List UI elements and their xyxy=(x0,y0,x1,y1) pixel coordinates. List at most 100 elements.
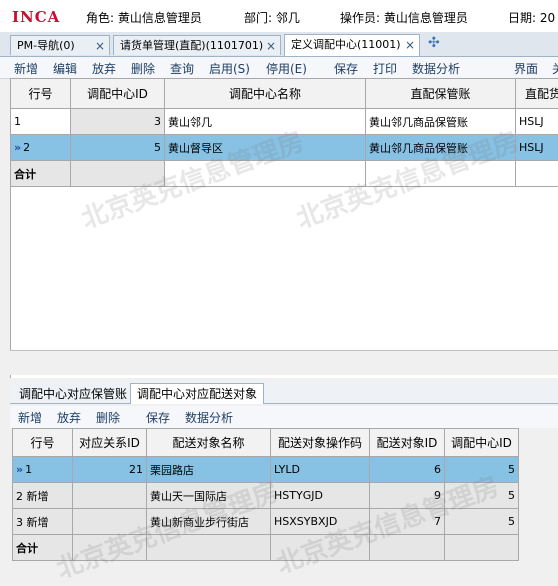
cell-target-name[interactable]: 黄山天一国际店 xyxy=(147,483,271,509)
col-header[interactable]: 调配中心名称 xyxy=(165,79,366,109)
table-total-row: 合计 xyxy=(11,161,558,187)
row-pointer-icon: » xyxy=(14,141,21,154)
row-number: 3 新增 xyxy=(13,509,73,535)
table-row-selected[interactable]: »1 21 栗园路店 LYLD 6 5 xyxy=(13,457,519,483)
tab-label: 定义调配中心(11001) xyxy=(291,38,401,51)
col-header[interactable]: 配送对象名称 xyxy=(147,429,271,457)
tab-label: 请货单管理(直配)(1101701) xyxy=(120,39,263,52)
row-number-cell: »2 xyxy=(11,135,71,161)
table-header-row: 行号 对应关系ID 配送对象名称 配送对象操作码 配送对象ID 调配中心ID xyxy=(13,429,519,457)
add-tab-icon[interactable]: ✣ xyxy=(428,35,440,51)
table-row[interactable]: 3 新增 黄山新商业步行街店 HSXSYBXJD 7 5 xyxy=(13,509,519,535)
inca-logo: INCA xyxy=(12,8,60,26)
close-icon[interactable]: × xyxy=(266,36,276,55)
cell-target-id[interactable]: 7 xyxy=(370,509,445,535)
data-analysis-button[interactable]: 数据分析 xyxy=(412,60,460,77)
total-cell xyxy=(445,535,519,561)
col-header[interactable]: 对应关系ID xyxy=(73,429,147,457)
cell-target-code[interactable]: HSXSYBXJD xyxy=(271,509,370,535)
cell-target-id[interactable]: 6 xyxy=(370,457,445,483)
cell-code[interactable]: HSLJ xyxy=(516,109,558,135)
cell-relation-id[interactable] xyxy=(73,483,147,509)
horizontal-scrollbar[interactable] xyxy=(10,350,558,375)
role-label: 角色: 黄山信息管理员 xyxy=(86,9,202,26)
save-button[interactable]: 保存 xyxy=(334,60,358,77)
col-header[interactable]: 调配中心ID xyxy=(71,79,165,109)
row-number: 1 xyxy=(25,463,32,476)
detail-new-button[interactable]: 新增 xyxy=(18,409,42,426)
table-total-row: 合计 xyxy=(13,535,519,561)
new-button[interactable]: 新增 xyxy=(14,60,38,77)
cell-center-id[interactable]: 3 xyxy=(71,109,165,135)
total-cell xyxy=(73,535,147,561)
disable-button[interactable]: 停用(E) xyxy=(266,60,307,77)
cell-center-id[interactable]: 5 xyxy=(445,483,519,509)
total-cell xyxy=(370,535,445,561)
detail-tabs: 调配中心对应保管账 调配中心对应配送对象 xyxy=(10,382,558,404)
cell-target-name[interactable]: 黄山新商业步行街店 xyxy=(147,509,271,535)
total-cell xyxy=(366,161,516,187)
col-header[interactable]: 直配保管账 xyxy=(366,79,516,109)
tab-label: PM-导航(0) xyxy=(17,39,75,52)
cell-center-id[interactable]: 5 xyxy=(71,135,165,161)
enable-button[interactable]: 启用(S) xyxy=(209,60,250,77)
edit-button[interactable]: 编辑 xyxy=(53,60,77,77)
total-cell xyxy=(147,535,271,561)
table-row[interactable]: 1 3 黄山邻几 黄山邻几商品保管账 HSLJ xyxy=(11,109,558,135)
cell-target-code[interactable]: LYLD xyxy=(271,457,370,483)
table-row[interactable]: 2 新增 黄山天一国际店 HSTYGJD 9 5 xyxy=(13,483,519,509)
cell-center-name[interactable]: 黄山邻几 xyxy=(165,109,366,135)
cell-target-code[interactable]: HSTYGJD xyxy=(271,483,370,509)
total-cell xyxy=(71,161,165,187)
title-bar: INCA 角色: 黄山信息管理员 部门: 邻几 操作员: 黄山信息管理员 日期:… xyxy=(0,0,558,33)
col-header[interactable]: 配送对象操作码 xyxy=(271,429,370,457)
tab-center-accounts[interactable]: 调配中心对应保管账 xyxy=(12,383,134,405)
detail-discard-button[interactable]: 放弃 xyxy=(57,409,81,426)
tab-request-order[interactable]: 请货单管理(直配)(1101701) × xyxy=(113,35,281,55)
total-label: 合计 xyxy=(11,161,71,187)
total-cell xyxy=(165,161,366,187)
cell-center-id[interactable]: 5 xyxy=(445,509,519,535)
print-button[interactable]: 打印 xyxy=(373,60,397,77)
detail-delete-button[interactable]: 删除 xyxy=(96,409,120,426)
cell-code[interactable]: HSLJ xyxy=(516,135,558,161)
col-header[interactable]: 行号 xyxy=(11,79,71,109)
cell-center-id[interactable]: 5 xyxy=(445,457,519,483)
total-label: 合计 xyxy=(13,535,73,561)
delivery-table: 行号 对应关系ID 配送对象名称 配送对象操作码 配送对象ID 调配中心ID »… xyxy=(12,428,519,561)
cell-account[interactable]: 黄山邻几商品保管账 xyxy=(366,109,516,135)
cell-target-name[interactable]: 栗园路店 xyxy=(147,457,271,483)
interface-button[interactable]: 界面 xyxy=(514,60,538,77)
detail-data-analysis-button[interactable]: 数据分析 xyxy=(185,409,233,426)
table-row-selected[interactable]: »2 5 黄山督导区 黄山邻几商品保管账 HSLJ xyxy=(11,135,558,161)
tab-bar: PM-导航(0) × 请货单管理(直配)(1101701) × 定义调配中心(1… xyxy=(0,32,558,57)
row-pointer-icon: » xyxy=(16,463,23,476)
cell-relation-id[interactable] xyxy=(73,509,147,535)
operator-label: 操作员: 黄山信息管理员 xyxy=(340,9,468,26)
tab-pm-nav[interactable]: PM-导航(0) × xyxy=(10,35,110,55)
tab-define-center[interactable]: 定义调配中心(11001) × xyxy=(284,34,420,56)
col-header[interactable]: 直配货 xyxy=(516,79,558,109)
total-cell xyxy=(516,161,558,187)
cell-center-name[interactable]: 黄山督导区 xyxy=(165,135,366,161)
detail-save-button[interactable]: 保存 xyxy=(146,409,170,426)
total-cell xyxy=(271,535,370,561)
tab-center-delivery-targets[interactable]: 调配中心对应配送对象 xyxy=(130,383,264,404)
table-header-row: 行号 调配中心ID 调配中心名称 直配保管账 直配货 xyxy=(11,79,558,109)
close-icon[interactable]: × xyxy=(405,35,415,55)
row-number: 2 xyxy=(23,141,30,154)
cell-account[interactable]: 黄山邻几商品保管账 xyxy=(366,135,516,161)
col-header[interactable]: 配送对象ID xyxy=(370,429,445,457)
col-header[interactable]: 调配中心ID xyxy=(445,429,519,457)
row-number: 1 xyxy=(11,109,71,135)
col-header[interactable]: 行号 xyxy=(13,429,73,457)
delete-button[interactable]: 删除 xyxy=(131,60,155,77)
row-number-cell: »1 xyxy=(13,457,73,483)
row-number: 2 新增 xyxy=(13,483,73,509)
discard-button[interactable]: 放弃 xyxy=(92,60,116,77)
query-button[interactable]: 查询 xyxy=(170,60,194,77)
cell-target-id[interactable]: 9 xyxy=(370,483,445,509)
cell-relation-id[interactable]: 21 xyxy=(73,457,147,483)
close-menu-button[interactable]: 关 xyxy=(552,60,558,77)
close-icon[interactable]: × xyxy=(95,36,105,55)
